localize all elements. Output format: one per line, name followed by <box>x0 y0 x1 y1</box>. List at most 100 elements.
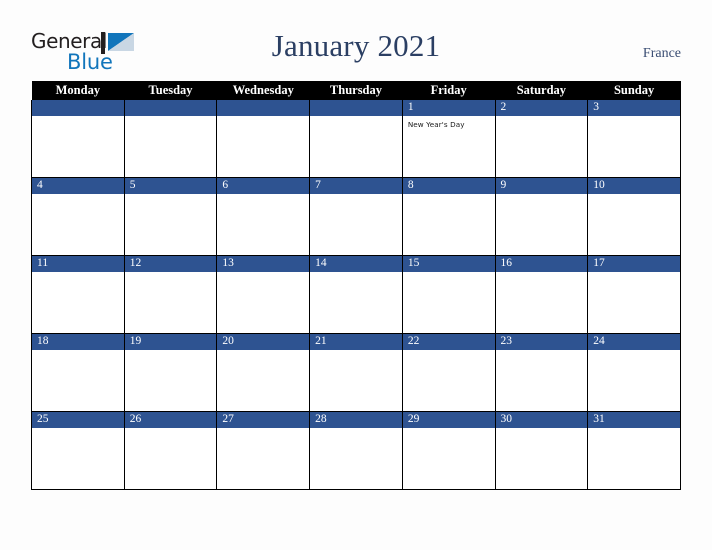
day-body[interactable] <box>310 194 402 255</box>
day-number <box>217 100 310 116</box>
day-body[interactable] <box>32 350 124 411</box>
calendar-day-cell[interactable]: 26 <box>123 411 218 490</box>
day-body[interactable] <box>496 272 588 333</box>
day-body[interactable] <box>496 194 588 255</box>
calendar-day-cell[interactable]: 21 <box>309 333 403 412</box>
calendar-week-row: 25 26 27 28 29 30 31 <box>31 411 681 490</box>
day-number: 21 <box>310 334 402 350</box>
day-number: 11 <box>32 256 124 272</box>
day-number: 1 <box>402 100 495 116</box>
calendar-day-cell[interactable]: 13 <box>216 255 311 334</box>
day-number: 19 <box>124 334 217 350</box>
day-body[interactable] <box>310 116 402 177</box>
calendar-week-row: 11 12 13 14 15 16 17 <box>31 255 681 334</box>
day-body[interactable] <box>403 194 495 255</box>
calendar-day-cell[interactable]: 4 <box>31 177 125 256</box>
day-body[interactable] <box>217 428 309 489</box>
day-body[interactable] <box>496 428 588 489</box>
day-body[interactable] <box>403 350 495 411</box>
calendar-day-cell[interactable]: 7 <box>309 177 403 256</box>
weekday-header-sunday: Sunday <box>587 81 681 100</box>
calendar-day-cell[interactable]: 1 New Year's Day <box>401 100 496 178</box>
calendar-day-cell[interactable]: 11 <box>31 255 125 334</box>
day-body[interactable] <box>588 272 680 333</box>
day-body[interactable] <box>588 428 680 489</box>
calendar-day-cell[interactable]: 24 <box>587 333 681 412</box>
day-number: 25 <box>32 412 124 428</box>
weekday-header-wednesday: Wednesday <box>216 81 310 100</box>
day-body[interactable] <box>125 194 217 255</box>
day-body[interactable] <box>217 350 309 411</box>
day-body[interactable] <box>310 428 402 489</box>
calendar-day-cell[interactable]: 10 <box>587 177 681 256</box>
day-number: 13 <box>217 256 310 272</box>
day-body[interactable] <box>125 272 217 333</box>
calendar-day-cell[interactable]: 25 <box>31 411 125 490</box>
day-body[interactable] <box>588 116 680 177</box>
page-title: January 2021 <box>271 28 441 63</box>
calendar-day-cell[interactable]: 23 <box>494 333 589 412</box>
calendar-day-cell[interactable]: 6 <box>216 177 311 256</box>
day-body[interactable] <box>125 116 217 177</box>
calendar-day-cell[interactable]: 18 <box>31 333 125 412</box>
calendar-day-cell[interactable]: 9 <box>494 177 589 256</box>
calendar-day-cell[interactable]: 5 <box>123 177 218 256</box>
day-number <box>124 100 217 116</box>
day-body[interactable] <box>125 350 217 411</box>
day-body[interactable] <box>403 272 495 333</box>
day-body[interactable] <box>496 350 588 411</box>
day-number: 12 <box>124 256 217 272</box>
day-number: 22 <box>402 334 495 350</box>
day-body[interactable] <box>32 116 124 177</box>
day-number: 16 <box>495 256 588 272</box>
day-body[interactable] <box>32 194 124 255</box>
calendar-day-cell[interactable]: 29 <box>401 411 496 490</box>
day-body[interactable] <box>310 350 402 411</box>
day-body[interactable] <box>217 272 309 333</box>
day-body[interactable] <box>588 350 680 411</box>
day-number: 8 <box>402 178 495 194</box>
day-number: 29 <box>402 412 495 428</box>
calendar-day-cell[interactable]: 12 <box>123 255 218 334</box>
day-number: 5 <box>124 178 217 194</box>
calendar-day-cell[interactable] <box>309 100 403 178</box>
calendar-day-cell[interactable]: 2 <box>494 100 589 178</box>
calendar-day-cell[interactable]: 8 <box>401 177 496 256</box>
day-number: 27 <box>217 412 310 428</box>
day-event: New Year's Day <box>407 120 465 129</box>
calendar-day-cell[interactable]: 20 <box>216 333 311 412</box>
weekday-header-saturday: Saturday <box>495 81 588 100</box>
calendar-day-cell[interactable]: 19 <box>123 333 218 412</box>
calendar-day-cell[interactable]: 14 <box>309 255 403 334</box>
day-body[interactable]: New Year's Day <box>403 116 495 177</box>
calendar-day-cell[interactable]: 28 <box>309 411 403 490</box>
calendar-day-cell[interactable] <box>216 100 311 178</box>
country-label: France <box>642 46 681 61</box>
day-body[interactable] <box>217 116 309 177</box>
day-body[interactable] <box>32 428 124 489</box>
day-body[interactable] <box>588 194 680 255</box>
calendar-day-cell[interactable]: 16 <box>494 255 589 334</box>
day-number: 18 <box>32 334 124 350</box>
calendar-day-cell[interactable]: 17 <box>587 255 681 334</box>
calendar-day-cell[interactable]: 3 <box>587 100 681 178</box>
day-body[interactable] <box>217 194 309 255</box>
day-number: 31 <box>588 412 680 428</box>
day-body[interactable] <box>310 272 402 333</box>
calendar-container: Monday Tuesday Wednesday Thursday Friday… <box>31 81 681 490</box>
day-body[interactable] <box>496 116 588 177</box>
day-body[interactable] <box>403 428 495 489</box>
day-number <box>32 100 124 116</box>
day-body[interactable] <box>32 272 124 333</box>
weekday-header-friday: Friday <box>402 81 496 100</box>
calendar-day-cell[interactable] <box>123 100 218 178</box>
calendar-day-cell[interactable]: 27 <box>216 411 311 490</box>
calendar-table: Monday Tuesday Wednesday Thursday Friday… <box>31 81 681 490</box>
calendar-day-cell[interactable]: 30 <box>494 411 589 490</box>
day-number: 6 <box>217 178 310 194</box>
calendar-day-cell[interactable]: 31 <box>587 411 681 490</box>
calendar-day-cell[interactable]: 22 <box>401 333 496 412</box>
calendar-day-cell[interactable]: 15 <box>401 255 496 334</box>
day-body[interactable] <box>125 428 217 489</box>
calendar-day-cell[interactable] <box>31 100 125 178</box>
